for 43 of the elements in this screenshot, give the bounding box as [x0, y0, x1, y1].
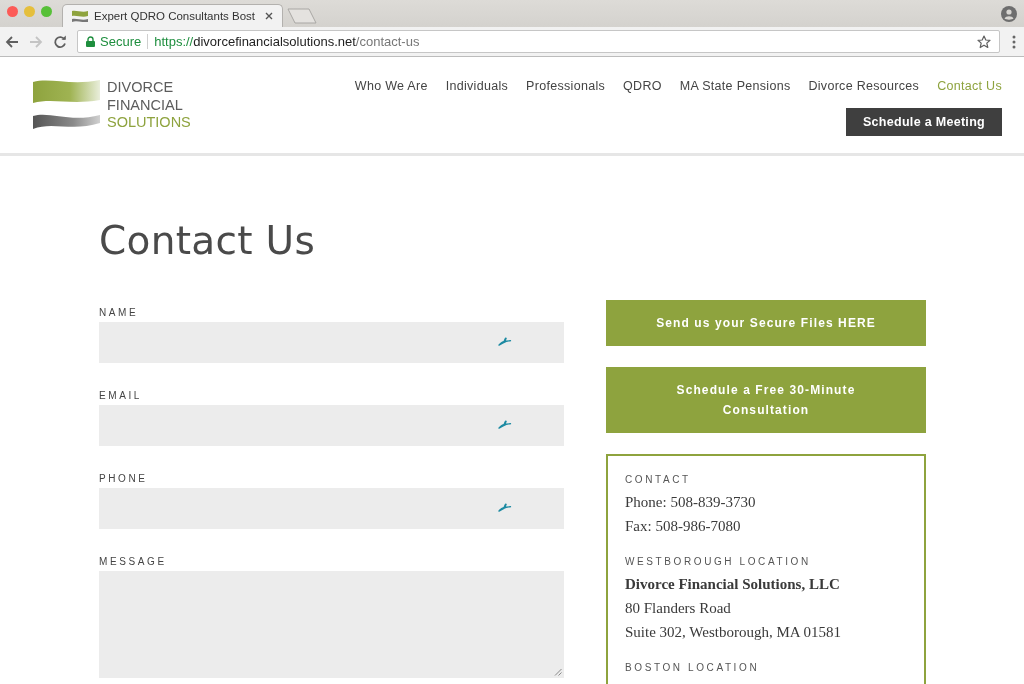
browser-tab[interactable]: Expert QDRO Consultants Bost: [62, 4, 284, 27]
logo-favicon-icon: [72, 10, 88, 22]
input-field[interactable]: [99, 322, 564, 363]
url-text: https://divorcefinancialsolutions.net/contact-us: [154, 34, 420, 49]
nav-link[interactable]: Individuals: [445, 78, 509, 94]
leaping-figure-icon[interactable]: [497, 502, 512, 512]
logo-text: SOLUTIONS: [107, 114, 191, 132]
field-label: NAME: [99, 307, 139, 319]
close-icon[interactable]: [265, 12, 274, 20]
nav-link[interactable]: MA State Pensions: [679, 78, 791, 94]
profile-icon[interactable]: [1001, 5, 1017, 22]
info-text: Phone: 508-839-3730: [625, 493, 756, 512]
message-field[interactable]: [99, 571, 564, 678]
info-text: Fax: 508-986-7080: [625, 517, 741, 536]
info-text: 80 Flanders Road: [625, 599, 731, 618]
section-heading: WESTBOROUGH LOCATION: [625, 555, 811, 569]
nav-link[interactable]: Who We Are: [354, 78, 428, 94]
nav-link[interactable]: Professionals: [526, 78, 606, 94]
address-bar[interactable]: Secure https://divorcefinancialsolutions.net/contact-us: [77, 30, 1000, 53]
info-text: Suite 302, Westborough, MA 01581: [625, 623, 842, 642]
page-title: Contact Us: [99, 217, 315, 265]
logo-text: DIVORCE: [107, 79, 174, 97]
nav-link[interactable]: QDRO: [623, 78, 662, 94]
schedule-meeting-button[interactable]: Schedule a Meeting: [845, 108, 1002, 136]
input-field[interactable]: [99, 488, 564, 529]
field-label: PHONE: [99, 473, 148, 485]
ribbon-logo-icon[interactable]: [32, 78, 102, 130]
leaping-figure-icon[interactable]: [497, 419, 512, 429]
resize-grip-icon[interactable]: [554, 668, 562, 676]
bookmark-star-icon[interactable]: [977, 34, 991, 49]
input-field[interactable]: [99, 405, 564, 446]
leaping-figure-icon[interactable]: [497, 336, 512, 346]
section-heading: BOSTON LOCATION: [625, 661, 760, 675]
lock-icon: [86, 36, 95, 47]
logo-text: FINANCIAL: [107, 96, 183, 114]
field-label: MESSAGE: [99, 556, 167, 568]
nav-link[interactable]: Divorce Resources: [808, 78, 920, 94]
info-text: Divorce Financial Solutions, LLC: [625, 575, 840, 594]
section-heading: CONTACT: [625, 473, 691, 487]
window-close-icon[interactable]: [7, 6, 18, 17]
secure-label: Secure: [100, 34, 142, 49]
field-label: EMAIL: [99, 390, 142, 402]
more-icon[interactable]: [1012, 34, 1016, 49]
